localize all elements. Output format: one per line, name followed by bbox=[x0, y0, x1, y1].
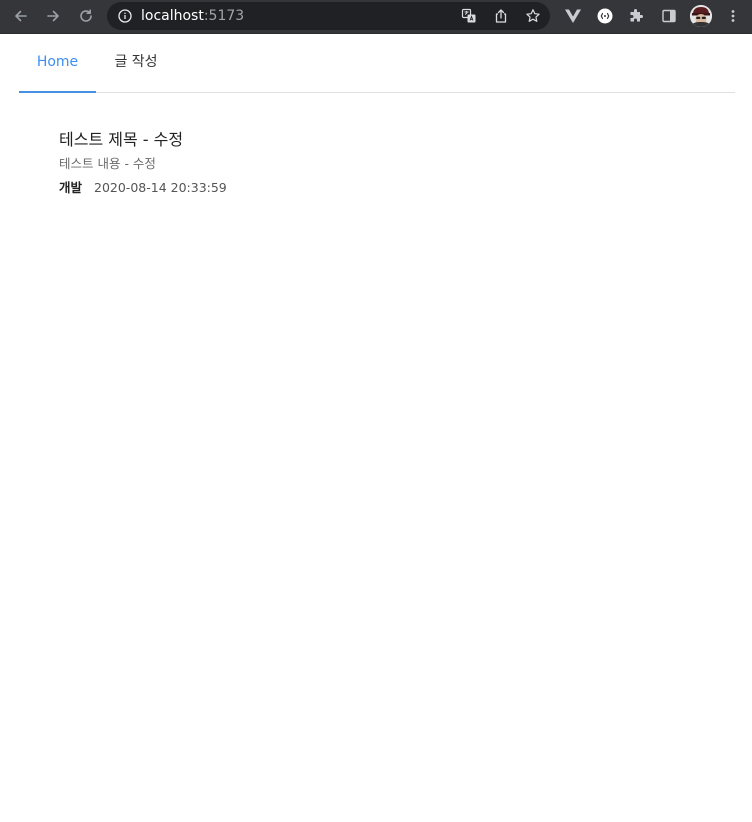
translate-icon bbox=[461, 8, 476, 23]
post-meta: 개발 2020-08-14 20:33:59 bbox=[59, 179, 227, 197]
browser-menu-button[interactable] bbox=[721, 4, 745, 28]
active-tab-indicator bbox=[19, 91, 96, 93]
post-item[interactable]: 테스트 제목 - 수정 테스트 내용 - 수정 개발 2020-08-14 20… bbox=[59, 128, 227, 197]
star-icon bbox=[526, 9, 540, 22]
tab-home[interactable]: Home bbox=[19, 33, 96, 91]
share-icon bbox=[495, 9, 507, 23]
browser-toolbar: localhost:5173 bbox=[0, 0, 752, 34]
reload-button[interactable] bbox=[74, 4, 98, 28]
side-panel-button[interactable] bbox=[657, 4, 681, 28]
translate-button[interactable] bbox=[457, 4, 481, 28]
bookmark-button[interactable] bbox=[521, 4, 545, 28]
url-text: localhost:5173 bbox=[141, 2, 244, 30]
avatar-image bbox=[690, 5, 712, 27]
post-title[interactable]: 테스트 제목 - 수정 bbox=[59, 128, 227, 152]
post-content: 테스트 내용 - 수정 bbox=[59, 156, 156, 171]
vue-devtools-button[interactable] bbox=[561, 4, 585, 28]
arrow-right-icon bbox=[47, 10, 59, 22]
nav-tabs: Home 글 작성 bbox=[19, 33, 735, 93]
share-button[interactable] bbox=[489, 4, 513, 28]
address-bar[interactable]: localhost:5173 bbox=[107, 2, 550, 30]
post-category: 개발 bbox=[59, 180, 83, 195]
url-host: localhost bbox=[141, 8, 204, 24]
tab-write-post[interactable]: 글 작성 bbox=[96, 33, 176, 91]
arrow-left-icon bbox=[15, 10, 27, 22]
reload-icon bbox=[80, 9, 92, 22]
extensions-menu-button[interactable] bbox=[624, 4, 648, 28]
extension-badge-icon bbox=[597, 8, 613, 24]
back-button[interactable] bbox=[9, 4, 33, 28]
kebab-menu-icon bbox=[731, 10, 735, 22]
side-panel-icon bbox=[662, 9, 676, 23]
vue-icon bbox=[565, 9, 581, 23]
info-icon[interactable] bbox=[118, 9, 132, 23]
post-date: 2020-08-14 20:33:59 bbox=[94, 180, 227, 195]
forward-button[interactable] bbox=[41, 4, 65, 28]
url-port: :5173 bbox=[203, 8, 245, 24]
puzzle-icon bbox=[630, 9, 643, 22]
extension-button[interactable] bbox=[593, 4, 617, 28]
profile-avatar[interactable] bbox=[690, 5, 712, 27]
